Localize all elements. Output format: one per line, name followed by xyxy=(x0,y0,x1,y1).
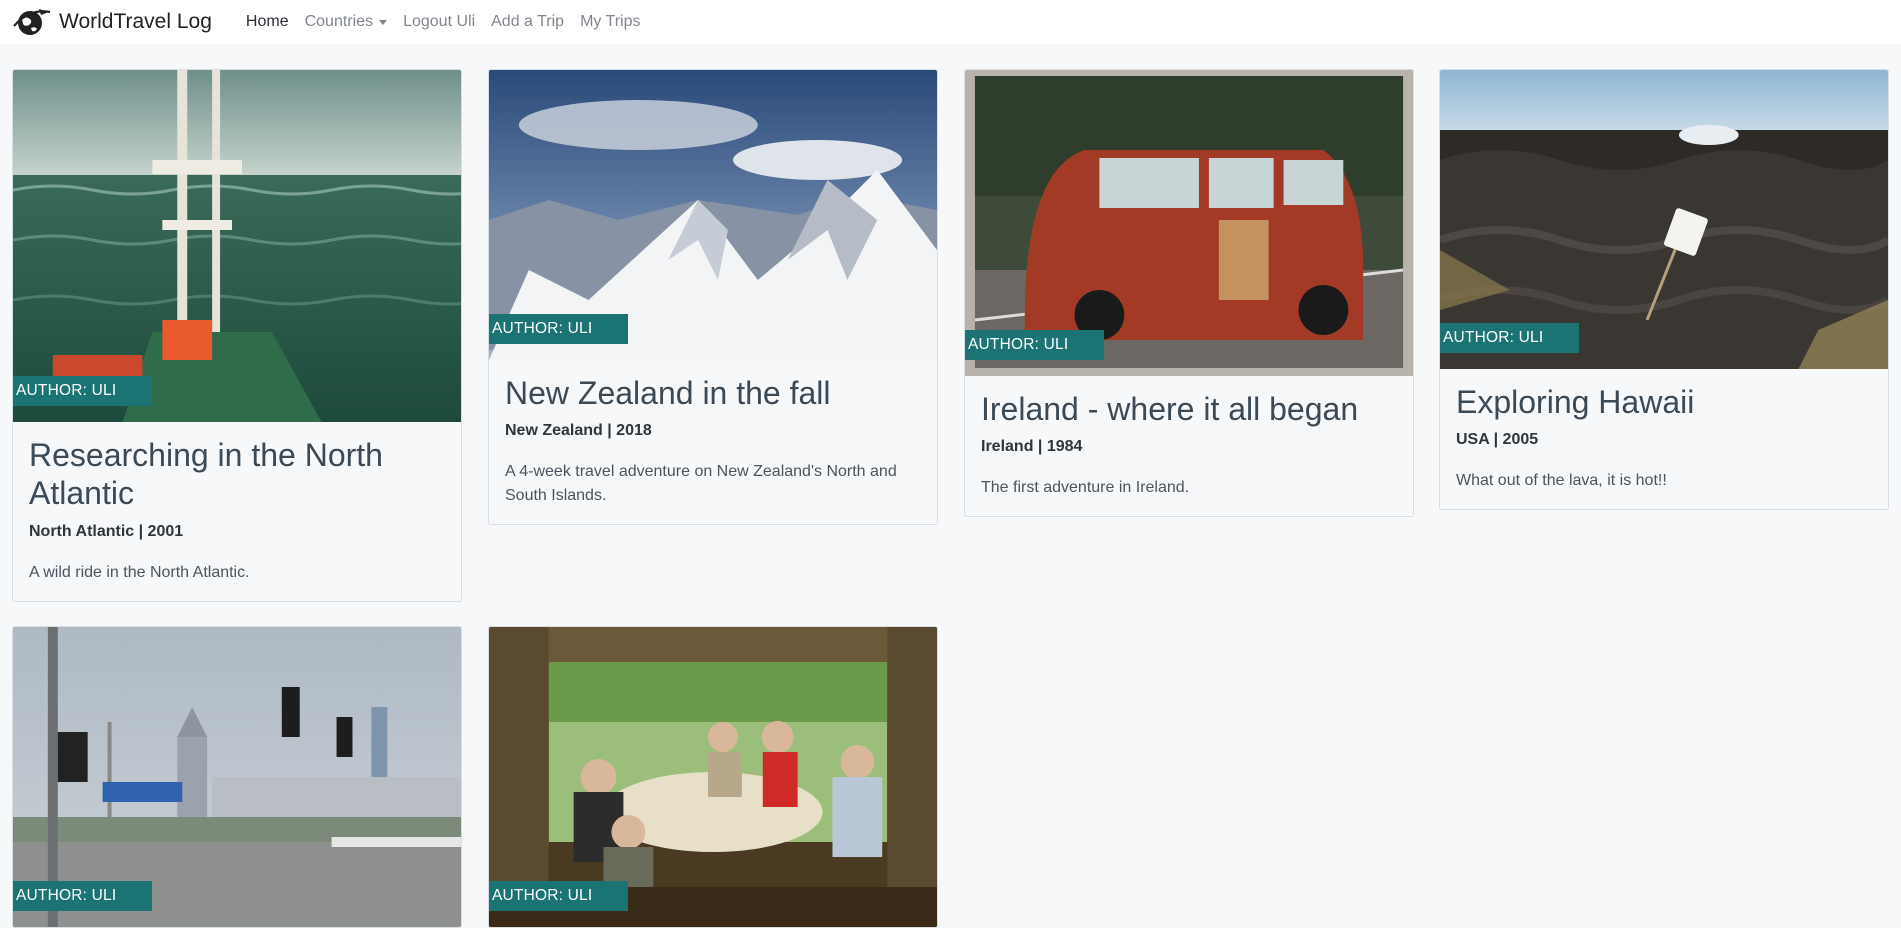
card-body: Researching in the North Atlantic North … xyxy=(13,422,461,601)
nav-countries-label: Countries xyxy=(304,13,374,30)
globe-plane-icon xyxy=(13,9,51,35)
card-body: Exploring Hawaii USA | 2005 What out of … xyxy=(1440,369,1888,509)
trip-title[interactable]: Ireland - where it all began xyxy=(981,390,1397,428)
trip-title[interactable]: Exploring Hawaii xyxy=(1456,383,1872,421)
trip-card[interactable]: AUTHOR: ULI Researching in the North Atl… xyxy=(12,69,462,602)
trip-image[interactable]: AUTHOR: ULI xyxy=(489,70,937,360)
trip-meta: Ireland | 1984 xyxy=(981,438,1083,456)
trip-image[interactable]: AUTHOR: ULI xyxy=(13,627,461,927)
author-badge: AUTHOR: ULI xyxy=(489,881,629,911)
trip-title[interactable]: Researching in the North Atlantic xyxy=(29,436,445,513)
author-badge: AUTHOR: ULI xyxy=(13,881,153,911)
trip-meta: USA | 2005 xyxy=(1456,431,1539,449)
trip-card[interactable]: AUTHOR: ULI xyxy=(488,626,938,928)
author-badge: AUTHOR: ULI xyxy=(13,376,153,406)
nav-countries-dropdown[interactable]: Countries xyxy=(297,13,395,31)
nav-links: Home Countries Logout Uli Add a Trip My … xyxy=(238,13,649,31)
trip-image[interactable]: AUTHOR: ULI xyxy=(965,70,1413,376)
trip-card[interactable]: AUTHOR: ULI Ireland - where it all began… xyxy=(964,69,1414,518)
trip-image[interactable]: AUTHOR: ULI xyxy=(13,70,461,422)
nav-my-trips[interactable]: My Trips xyxy=(572,13,648,31)
nav-home[interactable]: Home xyxy=(238,13,297,31)
card-body: New Zealand in the fall New Zealand | 20… xyxy=(489,360,937,524)
author-badge: AUTHOR: ULI xyxy=(489,314,629,344)
trip-image[interactable]: AUTHOR: ULI xyxy=(1440,70,1888,369)
card-body: Ireland - where it all began Ireland | 1… xyxy=(965,376,1413,516)
trip-card[interactable]: AUTHOR: ULI Exploring Hawaii USA | 2005 … xyxy=(1439,69,1889,511)
trip-meta: New Zealand | 2018 xyxy=(505,422,652,440)
trip-description: A wild ride in the North Atlantic. xyxy=(29,563,250,581)
trip-card[interactable]: AUTHOR: ULI xyxy=(12,626,462,928)
navbar: WorldTravel Log Home Countries Logout Ul… xyxy=(0,0,1901,44)
trip-description: The first adventure in Ireland. xyxy=(981,479,1190,497)
trip-title[interactable]: New Zealand in the fall xyxy=(505,374,921,412)
author-badge: AUTHOR: ULI xyxy=(1440,323,1580,353)
brand-link[interactable]: WorldTravel Log xyxy=(12,6,212,38)
trip-image[interactable]: AUTHOR: ULI xyxy=(489,627,937,927)
trip-card[interactable]: AUTHOR: ULI New Zealand in the fall New … xyxy=(488,69,938,526)
trip-meta: North Atlantic | 2001 xyxy=(29,522,184,540)
trip-description: A 4-week travel adventure on New Zealand… xyxy=(505,463,897,505)
author-badge: AUTHOR: ULI xyxy=(965,330,1105,360)
brand-name: WorldTravel Log xyxy=(59,10,212,33)
chevron-down-icon xyxy=(379,19,388,25)
nav-add-trip[interactable]: Add a Trip xyxy=(483,13,572,31)
nav-logout[interactable]: Logout Uli xyxy=(395,13,483,31)
trip-description: What out of the lava, it is hot!! xyxy=(1456,472,1667,490)
